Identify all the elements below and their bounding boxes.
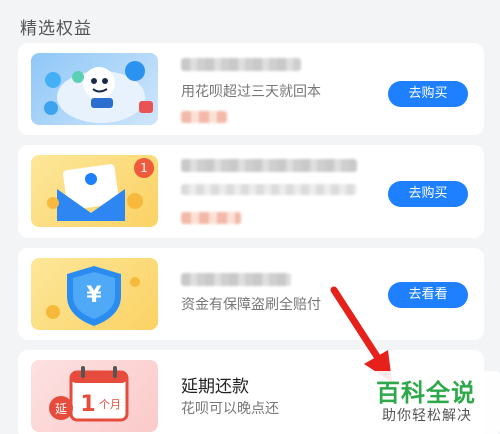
card-4-title: 延期还款: [181, 377, 249, 397]
card-3-title-blurred: [181, 273, 291, 286]
card-1-title-blurred: [181, 58, 301, 71]
section-title: 精选权益: [20, 19, 92, 39]
shield-icon: ¥: [46, 266, 140, 326]
watermark-subtitle: 助你轻松解决: [382, 408, 472, 424]
card-3-view-button[interactable]: 去看看: [388, 282, 468, 308]
benefit-card-3[interactable]: ¥ 资金有保障盗刷全赔付 去看看: [18, 248, 484, 340]
card-1-buy-button[interactable]: 去购买: [388, 81, 468, 107]
benefit-card-2[interactable]: 1 去购买: [18, 145, 484, 238]
calendar-unit: 个月: [99, 398, 121, 411]
notification-badge: 1: [134, 158, 154, 178]
benefit-card-1[interactable]: 用花呗超过三天就回本 去购买: [18, 43, 484, 135]
card-2-buy-button[interactable]: 去购买: [388, 181, 468, 207]
svg-text:¥: ¥: [86, 283, 102, 308]
card-2-title-blurred: [181, 159, 357, 172]
card-2-subtitle-blurred: [181, 184, 357, 195]
delay-badge: 延: [55, 402, 67, 416]
card-1-subtitle: 用花呗超过三天就回本: [181, 84, 321, 100]
card-1-thumbnail: [31, 53, 158, 125]
watermark: 百科全说 助你轻松解决: [368, 371, 500, 434]
calendar-icon: 1 个月 延: [49, 366, 129, 422]
card-2-price-blurred: [181, 212, 241, 224]
card-4-subtitle: 花呗可以晚点还: [181, 401, 279, 417]
mascot-illustration: [44, 61, 153, 123]
card-1-price-blurred: [181, 111, 227, 123]
card-3-subtitle: 资金有保障盗刷全赔付: [181, 297, 321, 313]
watermark-title: 百科全说: [376, 379, 476, 407]
calendar-day: 1: [80, 392, 95, 417]
card-3-thumbnail: ¥: [31, 258, 158, 330]
card-4-thumbnail: 1 个月 延: [31, 360, 158, 432]
